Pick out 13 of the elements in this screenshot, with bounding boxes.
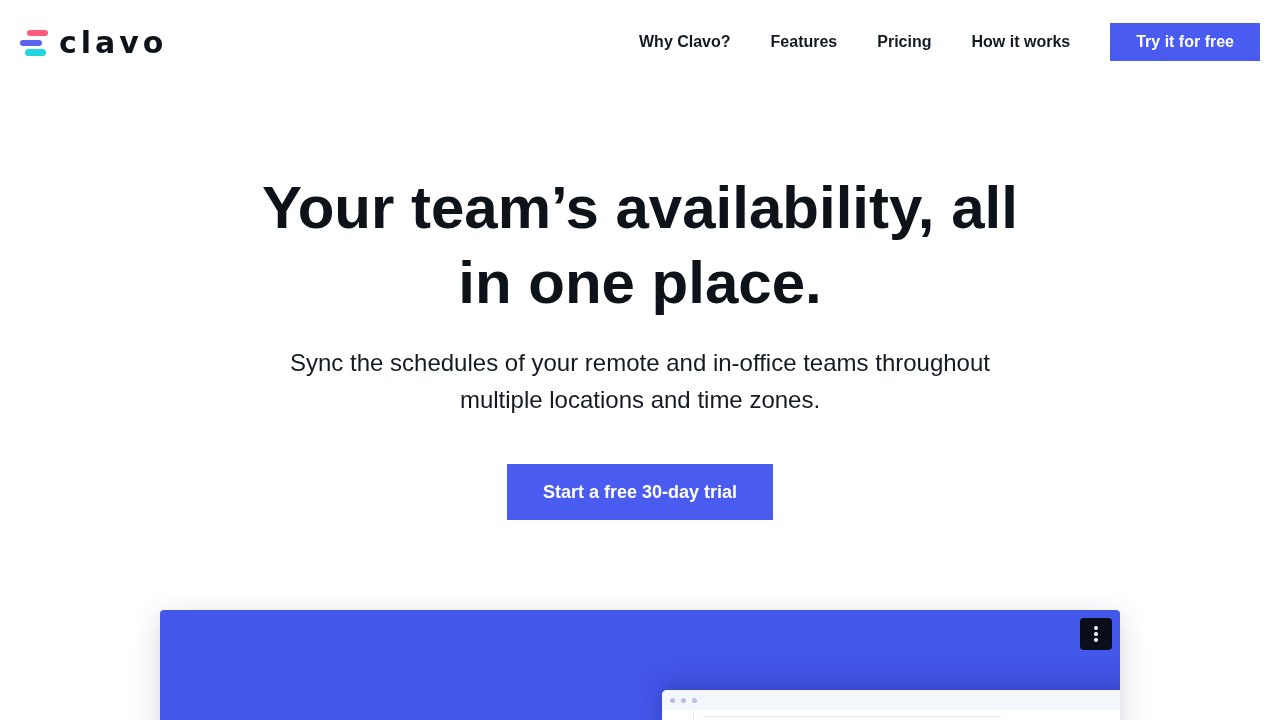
try-free-button[interactable]: Try it for free	[1110, 23, 1260, 61]
nav-link[interactable]: Pricing	[877, 32, 932, 52]
hero-title: Your team’s availability, all in one place.	[261, 173, 1019, 318]
nav-link[interactable]: Why Clavo?	[639, 32, 731, 52]
start-trial-button[interactable]: Start a free 30-day trial	[506, 464, 774, 520]
more-options-button[interactable]	[1080, 618, 1112, 650]
logo-icon[interactable]	[20, 29, 48, 56]
nav-link[interactable]: Features	[770, 32, 838, 52]
logo-wordmark[interactable]: clavo	[59, 27, 168, 58]
nav-link[interactable]: How it works	[971, 32, 1071, 52]
hero-subtitle: Sync the schedules of your remote and in-office teams throughout multiple locations and time zones.	[289, 348, 991, 415]
vertical-dots-icon	[1094, 626, 1098, 642]
window-dots-icon	[670, 697, 697, 703]
